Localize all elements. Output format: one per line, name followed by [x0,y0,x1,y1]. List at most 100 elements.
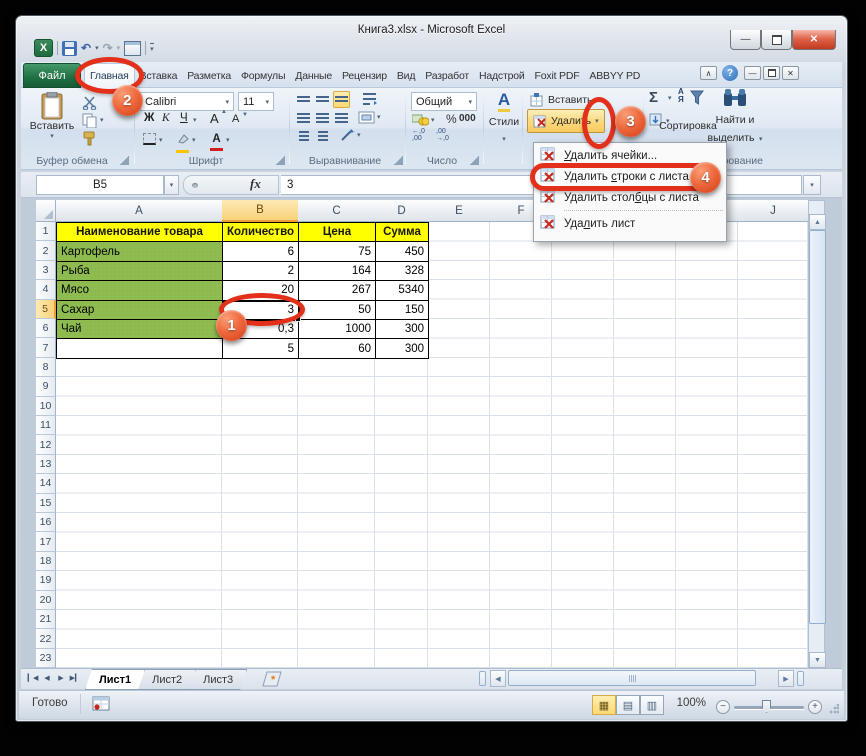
align-left-icon[interactable] [295,109,312,126]
row-header-10[interactable]: 10 [36,397,56,416]
scroll-down-button[interactable]: ▼ [809,652,826,668]
first-sheet-icon[interactable]: ▎◀ [26,670,40,686]
sheet-grid[interactable]: 1234567891011121314151617181920212223Наи… [36,222,808,668]
last-sheet-icon[interactable]: ▶▎ [68,670,82,686]
collapse-ribbon-icon[interactable]: ∧ [700,66,717,80]
table-cell[interactable]: 328 [375,261,429,281]
table-cell[interactable]: 300 [375,319,429,339]
scroll-up-button[interactable]: ▲ [809,214,826,230]
bold-button[interactable]: Ж [144,112,154,124]
column-header-A[interactable]: A [56,200,223,222]
table-cell[interactable]: Чай [56,319,223,339]
workbook-minimize-icon[interactable]: — [744,66,761,80]
merge-center-icon[interactable] [358,111,375,124]
normal-view-button[interactable]: ▦ [592,695,616,715]
scroll-left-button[interactable]: ◀ [490,670,506,687]
tab-разметка[interactable]: Разметка [182,63,236,88]
column-header-E[interactable]: E [428,200,491,222]
table-cell[interactable]: 1000 [298,319,376,339]
tab-abbyy-pd[interactable]: ABBYY PD [584,63,645,88]
customize-qat-icon[interactable]: ▾ [150,43,154,53]
paste-button[interactable]: Вставить ▾ [28,92,76,156]
fill-color-button[interactable] [176,131,189,153]
orientation-icon[interactable] [340,128,355,142]
table-cell[interactable]: 5 [222,338,299,358]
table-cell[interactable] [56,338,223,358]
tab-foxit-pdf[interactable]: Foxit PDF [530,63,585,88]
align-bottom-icon[interactable] [333,91,350,108]
copy-icon[interactable] [82,113,97,128]
macro-record-icon[interactable] [92,696,110,711]
minimize-button[interactable]: — [730,30,761,50]
undo-icon[interactable]: ↶ [81,40,91,56]
binoculars-icon[interactable] [722,88,748,108]
vertical-scrollbar[interactable]: ▲ ▼ [808,200,825,668]
column-header-B[interactable]: B [222,200,299,222]
table-cell[interactable]: 267 [298,280,376,300]
row-header-19[interactable]: 19 [36,571,56,590]
page-layout-view-button[interactable]: ▤ [616,695,640,715]
row-header-22[interactable]: 22 [36,629,56,648]
table-cell[interactable]: 50 [298,300,376,320]
tab-формулы[interactable]: Формулы [236,63,290,88]
resize-grip-icon[interactable] [829,704,839,714]
row-header-1[interactable]: 1 [36,222,56,241]
insert-sheet-button[interactable]: * [262,671,284,692]
orientation-dropdown-icon[interactable]: ▾ [357,131,361,139]
percent-style-button[interactable]: % [446,112,457,126]
tab-рецензир[interactable]: Рецензир [337,63,392,88]
underline-dropdown-icon[interactable]: ▾ [193,116,197,124]
styles-button[interactable]: А Стили ▾ [485,90,523,146]
decrease-indent-icon[interactable] [295,127,312,144]
font-name-select[interactable]: Calibri ▾ [140,92,234,111]
row-header-8[interactable]: 8 [36,358,56,377]
table-cell[interactable]: 75 [298,241,376,261]
format-painter-icon[interactable] [82,131,97,146]
cut-icon[interactable] [82,96,98,110]
formula-bar-grip-icon[interactable] [192,183,198,188]
autosum-dropdown-icon[interactable]: ▾ [668,94,672,102]
row-header-18[interactable]: 18 [36,552,56,571]
help-icon[interactable]: ? [722,65,738,81]
excel-logo-icon[interactable]: X [34,39,53,57]
find-select-label-line1[interactable]: Найти и [700,114,770,126]
table-cell[interactable]: 5340 [375,280,429,300]
next-sheet-icon[interactable]: ▶ [54,670,68,686]
page-break-view-button[interactable]: ▥ [640,695,664,715]
row-header-15[interactable]: 15 [36,494,56,513]
horizontal-split-handle[interactable] [479,671,486,686]
tab-разработ[interactable]: Разработ [420,63,474,88]
redo-icon[interactable]: ↷ [103,40,113,56]
sort-filter-funnel-icon[interactable] [690,90,704,106]
vertical-scroll-thumb[interactable] [809,230,826,624]
sheet-tab-лист2[interactable]: Лист2 [138,669,196,690]
column-header-D[interactable]: D [375,200,429,222]
sheet-tab-лист1[interactable]: Лист1 [85,669,145,690]
borders-dropdown-icon[interactable]: ▾ [159,136,163,144]
table-cell[interactable]: Мясо [56,280,223,300]
horizontal-scroll-thumb[interactable] [508,670,756,686]
row-header-9[interactable]: 9 [36,377,56,396]
autosum-button[interactable]: Σ [649,89,658,106]
row-header-13[interactable]: 13 [36,455,56,474]
align-right-icon[interactable] [333,109,350,126]
column-header-J[interactable]: J [738,200,809,222]
table-cell[interactable]: 60 [298,338,376,358]
expand-formula-bar-button[interactable]: ▾ [803,175,821,195]
align-top-icon[interactable] [295,91,312,108]
font-size-select[interactable]: 11 ▾ [238,92,274,111]
zoom-level-label[interactable]: 100% [666,697,706,709]
fill-color-dropdown-icon[interactable]: ▾ [192,136,196,144]
increase-decimal-icon[interactable]: ←,0,00 [412,128,425,142]
wrap-text-icon[interactable] [362,92,378,106]
row-header-4[interactable]: 4 [36,280,56,299]
italic-button[interactable]: К [162,112,170,124]
row-header-17[interactable]: 17 [36,532,56,551]
font-color-dropdown-icon[interactable]: ▾ [226,136,230,144]
alignment-dialog-launcher-icon[interactable] [394,156,403,165]
zoom-in-button[interactable]: + [808,700,822,714]
workbook-restore-icon[interactable] [763,66,780,80]
row-header-14[interactable]: 14 [36,474,56,493]
insert-function-icon[interactable]: fx [250,176,261,192]
underline-button[interactable]: Ч [180,112,188,124]
